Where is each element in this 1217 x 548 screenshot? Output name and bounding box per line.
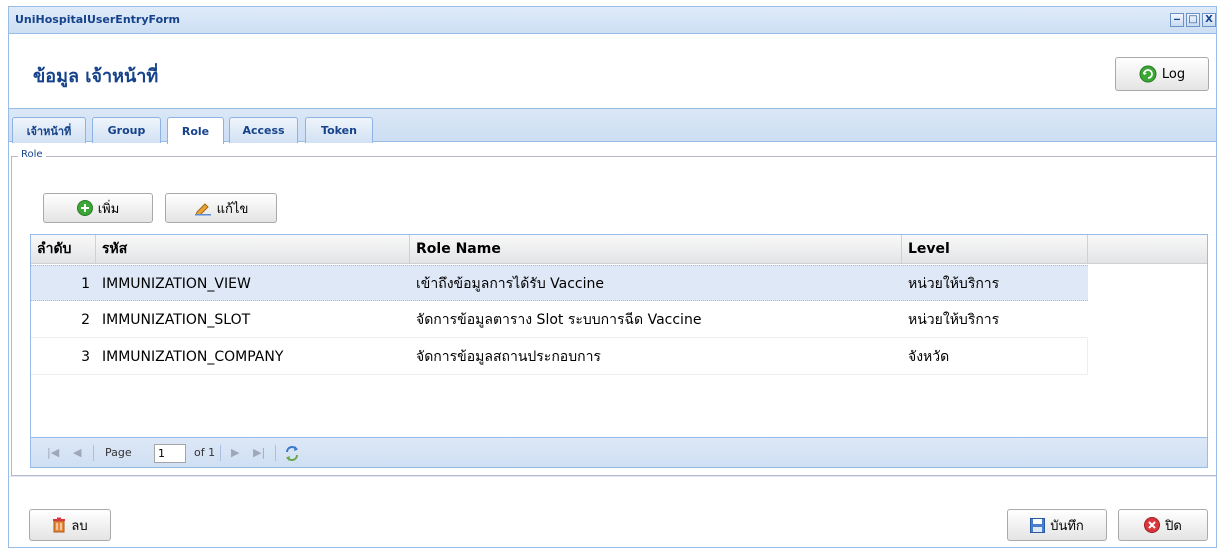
save-label: บันทึก <box>1050 518 1084 534</box>
edit-button[interactable]: แก้ไข <box>165 193 277 223</box>
form-header: ข้อมูล เจ้าหน้าที่ <box>9 35 1216 107</box>
first-page-icon[interactable]: |◀ <box>47 438 59 468</box>
page-of-label: of 1 <box>194 446 216 459</box>
tab-role[interactable]: Role <box>167 117 224 144</box>
save-disk-icon <box>1030 517 1046 533</box>
window-title: UniHospitalUserEntryForm <box>15 13 181 26</box>
add-button[interactable]: เพิ่ม <box>43 193 153 223</box>
separator <box>275 445 276 461</box>
cell-level: หน่วยให้บริการ <box>908 312 1000 328</box>
add-label: เพิ่ม <box>97 201 120 217</box>
close-window-icon[interactable]: X <box>1202 13 1216 27</box>
prev-page-icon[interactable]: ◀ <box>73 438 81 468</box>
close-label: ปิด <box>1165 518 1182 534</box>
column-header-level[interactable]: Level <box>902 235 1088 264</box>
add-icon <box>76 200 93 216</box>
log-label: Log <box>1161 66 1186 82</box>
tab-token[interactable]: Token <box>305 117 373 143</box>
separator <box>93 445 94 461</box>
tab-strip: เจ้าหน้าที่ Group Role Access Token <box>9 108 1216 144</box>
cell-level: หน่วยให้บริการ <box>908 276 1000 292</box>
tab-group[interactable]: Group <box>92 117 161 143</box>
maximize-icon[interactable]: □ <box>1186 13 1200 27</box>
cell-order: 1 <box>81 276 90 292</box>
log-button[interactable]: Log <box>1115 57 1209 91</box>
cell-code: IMMUNIZATION_SLOT <box>102 312 251 328</box>
column-header-role-name[interactable]: Role Name <box>410 235 902 264</box>
cell-role-name: จัดการข้อมูลสถานประกอบการ <box>416 349 601 365</box>
delete-button[interactable]: ลบ <box>29 509 111 541</box>
tab-label: เจ้าหน้าที่ <box>26 124 72 138</box>
table-row[interactable]: 1 IMMUNIZATION_VIEW เข้าถึงข้อมูลการได้ร… <box>31 265 1088 301</box>
tab-label: Group <box>107 124 146 137</box>
column-header-code[interactable]: รหัส <box>96 235 410 264</box>
column-header-order[interactable]: ลำดับ <box>31 235 96 264</box>
page-label: Page <box>105 446 132 459</box>
paging-toolbar: |◀ ◀ Page of 1 ▶ ▶| <box>31 437 1207 467</box>
separator <box>220 445 221 461</box>
trash-icon <box>53 517 66 533</box>
tab-label: Role <box>181 124 210 138</box>
cell-level: จังหวัด <box>908 349 950 365</box>
cell-order: 2 <box>81 312 90 328</box>
grid-body: 1 IMMUNIZATION_VIEW เข้าถึงข้อมูลการได้ร… <box>31 265 1207 438</box>
tab-label: Access <box>242 124 285 137</box>
cell-code: IMMUNIZATION_VIEW <box>102 276 251 292</box>
tab-access[interactable]: Access <box>229 117 298 143</box>
cell-role-name: เข้าถึงข้อมูลการได้รับ Vaccine <box>416 276 605 292</box>
page-title: ข้อมูล เจ้าหน้าที่ <box>33 66 159 87</box>
footer-divider <box>9 476 1216 477</box>
user-entry-window: UniHospitalUserEntryForm ‒ □ X ข้อมูล เจ… <box>8 6 1217 548</box>
tab-label: Token <box>321 124 357 137</box>
window-tools: ‒ □ X <box>1170 13 1216 27</box>
close-circle-icon <box>1144 517 1161 533</box>
next-page-icon[interactable]: ▶ <box>231 438 239 468</box>
refresh-icon <box>1139 65 1157 83</box>
edit-pencil-icon <box>194 203 211 216</box>
page-number-input[interactable] <box>154 444 186 463</box>
role-grid: ลำดับ รหัส Role Name Level 1 IMMUNIZATIO… <box>30 234 1208 468</box>
delete-label: ลบ <box>71 518 88 534</box>
refresh-grid-icon[interactable] <box>284 438 300 468</box>
minimize-icon[interactable]: ‒ <box>1170 13 1184 27</box>
window-titlebar[interactable]: UniHospitalUserEntryForm ‒ □ X <box>9 7 1216 34</box>
cell-role-name: จัดการข้อมูลตาราง Slot ระบบการฉีด Vaccin… <box>416 312 702 328</box>
edit-label: แก้ไข <box>216 201 249 217</box>
close-button[interactable]: ปิด <box>1118 509 1208 541</box>
grid-header: ลำดับ รหัส Role Name Level <box>31 235 1207 264</box>
role-legend: Role <box>18 149 46 160</box>
save-button[interactable]: บันทึก <box>1007 509 1107 541</box>
tab-staff[interactable]: เจ้าหน้าที่ <box>12 117 86 143</box>
cell-code: IMMUNIZATION_COMPANY <box>102 349 284 365</box>
cell-order: 3 <box>81 349 90 365</box>
last-page-icon[interactable]: ▶| <box>253 438 265 468</box>
table-row[interactable]: 3 IMMUNIZATION_COMPANY จัดการข้อมูลสถานป… <box>31 339 1088 375</box>
table-row[interactable]: 2 IMMUNIZATION_SLOT จัดการข้อมูลตาราง Sl… <box>31 302 1088 338</box>
